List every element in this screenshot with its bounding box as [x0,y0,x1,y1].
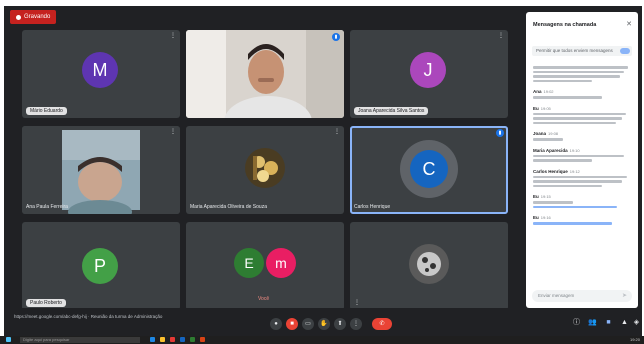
lock-icon[interactable]: ◈ [632,318,641,327]
avatar [245,148,285,188]
list-item: Eu 19:05 [533,106,632,124]
taskbar: Digite aqui para pesquisar 19:20 [0,336,644,344]
powerpoint-icon[interactable] [200,337,205,342]
microphone-button[interactable]: ● [270,318,282,330]
edge-icon[interactable] [150,337,155,342]
present-button[interactable]: ⬆ [334,318,346,330]
more-options-icon[interactable]: ⋮ [170,33,176,39]
info-icon[interactable]: ⓘ [572,318,581,327]
raise-hand-button[interactable]: ✋ [318,318,330,330]
activities-icon[interactable]: ▲ [620,318,629,327]
participant-tile[interactable]: P Paulo Roberto [22,222,180,310]
clock: 19:20 [629,337,640,342]
meeting-info: https://meet.google.com/abc-defg-hij · R… [14,314,163,319]
list-item: Maria Aparecida 19:10 [533,148,632,162]
control-bar: https://meet.google.com/abc-defg-hij · R… [4,308,642,336]
message-list: Ana 19:02 Eu 19:05 Joana 19:08 Maria Aparec… [533,64,632,232]
avatar: M [82,52,118,88]
participant-tile[interactable]: J ⋮ Joana Aparecida Silva Santos [350,30,508,118]
participant-name: Você [258,296,270,302]
leave-call-button[interactable]: ✆ [372,318,392,330]
more-options-icon[interactable]: ⋮ [354,300,360,306]
participant-name: Ana Paula Ferreira [26,204,68,210]
avatar: C [410,150,448,188]
avatar: m [266,248,296,278]
send-icon[interactable]: ➤ [622,290,627,302]
chat-input[interactable]: Enviar mensagem ➤ [532,290,632,302]
participant-tile[interactable]: M ⋮ Mário Eduardo [22,30,180,118]
avatar: J [410,52,446,88]
list-item: Joana 19:08 [533,131,632,141]
participant-tile[interactable]: ⋮ Maria Aparecida Oliveira de Souza [186,126,344,214]
chrome-icon[interactable] [170,337,175,342]
list-item [533,66,632,82]
windows-start-icon[interactable] [6,337,11,342]
participant-video [186,30,344,118]
close-icon[interactable]: ✕ [626,20,632,28]
speaking-indicator-icon: ▮ [332,33,340,41]
participant-name: Maria Aparecida Oliveira de Souza [190,204,267,210]
chat-panel: Mensagens na chamada ✕ Permitir que todo… [526,12,638,308]
more-options-icon[interactable]: ⋮ [334,129,340,135]
word-icon[interactable] [180,337,185,342]
list-item: Eu 19:15 [533,194,632,208]
avatar: E [234,248,264,278]
speaking-indicator-icon: ▮ [496,129,504,137]
participant-tile[interactable]: ▮ [186,30,344,118]
participant-video [22,126,180,214]
more-options-button[interactable]: ⋮ [350,318,362,330]
avatar [409,244,449,284]
list-item: Eu 19:16 [533,215,632,225]
participant-tile[interactable]: ⋮ [350,222,508,310]
taskbar-search-input[interactable]: Digite aqui para pesquisar [20,337,140,343]
participant-name: Paulo Roberto [26,299,66,307]
people-icon[interactable]: 👥 [588,318,597,327]
captions-button[interactable]: ▭ [302,318,314,330]
recording-badge: Gravando [10,10,57,24]
excel-icon[interactable] [190,337,195,342]
meet-window: Gravando M ⋮ Mário Eduardo ▮ J ⋮ Joana A… [4,6,642,336]
participant-name: Carlos Henrique [354,204,391,210]
allow-messages-toggle-row: Permitir que todos enviem mensagens [532,46,632,56]
allow-messages-toggle[interactable] [620,48,630,54]
avatar: P [82,248,118,284]
camera-off-button[interactable]: ■ [286,318,298,330]
participant-name: Joana Aparecida Silva Santos [354,107,429,115]
more-options-icon[interactable]: ⋮ [170,129,176,135]
panel-title: Mensagens na chamada [533,22,597,28]
chat-icon[interactable]: ■ [604,318,613,327]
participant-tile[interactable]: C ▮ Carlos Henrique [350,126,508,214]
list-item: Ana 19:02 [533,89,632,99]
list-item: Carlos Henrique 19:12 [533,169,632,187]
record-icon [16,14,21,20]
participant-tile[interactable]: ⋮ Ana Paula Ferreira [22,126,180,214]
participant-tile[interactable]: E m Você [186,222,344,310]
participant-name: Mário Eduardo [26,107,67,115]
more-options-icon[interactable]: ⋮ [498,33,504,39]
file-explorer-icon[interactable] [160,337,165,342]
